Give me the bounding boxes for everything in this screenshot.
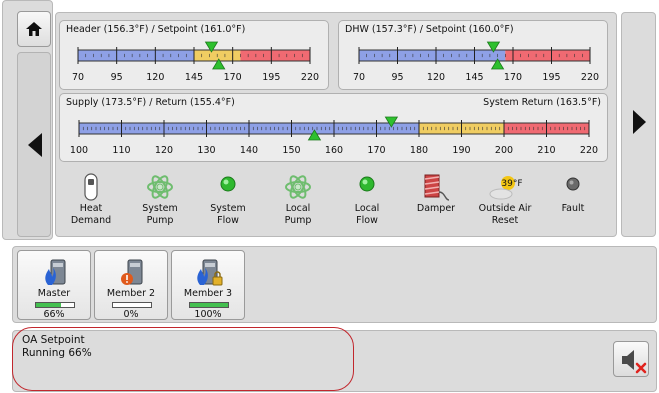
heat-demand-switch-icon [84,173,98,201]
header-gauge-scale: 70 95 120 145 170 195 220 [72,41,319,83]
boiler-firing-rate-bar [35,302,75,308]
home-button[interactable] [17,11,51,47]
led [220,176,236,192]
status-line-1: OA Setpoint [22,334,85,346]
tick-label: 140 [240,145,258,156]
led-highlight [362,179,368,185]
previous-page-button[interactable] [17,52,51,237]
header-gauge: Header (156.3°F) / Setpoint (161.0°F) 70… [59,20,329,90]
led-highlight [569,180,574,185]
indicator-label: System Flow [210,203,246,226]
boiler-flame-icon [45,259,66,285]
supply-return-gauge: Supply (173.5°F) / Return (155.4°F) Syst… [59,93,608,162]
tick-label: 120 [146,72,164,83]
tick-label: 120 [427,72,445,83]
firing-rate-fill [190,303,228,307]
switch-body [84,173,98,201]
led [359,176,375,192]
damper-icon [424,174,450,201]
tick-label: 195 [542,72,560,83]
home-icon [26,22,42,36]
outside-air-temp: 39°F [501,179,522,189]
tick-label: 100 [70,145,88,156]
indicator-label: Local Pump [284,203,312,226]
pump-icon [147,175,173,199]
next-page-button[interactable] [621,12,656,237]
boiler-name: Master [37,288,71,299]
pump-hub [156,183,164,191]
boiler-list: Master 66% Member 2 0% Member 3 100% [12,246,657,323]
boiler-firing-rate-bar [189,302,229,308]
tick-label: 145 [185,72,203,83]
boiler-name: Member 3 [183,288,233,299]
tick-label: 220 [580,145,598,156]
tick-label: 70 [353,72,365,83]
indicator-label: Local Flow [354,203,380,226]
indicator-label: Fault [561,203,585,214]
tick-label: 160 [325,145,343,156]
tick-label: 180 [410,145,428,156]
fault-led-icon [566,177,580,191]
arrow-left-icon [28,133,42,157]
speaker-muted-icon [622,350,647,374]
tick-label: 150 [282,145,300,156]
indicator-label: System Pump [142,203,178,226]
boiler-name: Member 2 [106,288,156,299]
indicator-label: Heat Demand [70,203,112,226]
indicator-label: Outside Air Reset [478,203,532,226]
pump-hub [294,183,302,191]
status-message: OA Setpoint Running 66% [22,334,92,360]
gauge-band [240,50,310,61]
boiler-percent: 100% [194,309,222,320]
led-highlight [223,179,229,185]
tick-label: 210 [537,145,555,156]
tick-label: 170 [224,72,242,83]
supply-return-scale: 100 110 120 130 140 150 160 170 180 190 200 210 220 [70,116,598,156]
led [566,177,580,191]
tick-label: 110 [112,145,130,156]
flow-led-icon [359,176,375,192]
gauge-band [78,50,194,61]
tick-label: 190 [452,145,470,156]
arrow-right-icon [633,110,646,134]
tick-label: 170 [504,72,522,83]
dhw-gauge-scale: 70 95 120 145 170 195 220 [353,41,599,83]
outside-air-icon: 39°F [489,176,522,200]
tick-label: 195 [262,72,280,83]
tick-label: 170 [367,145,385,156]
tick-label: 220 [301,72,319,83]
flow-led-icon [220,176,236,192]
firing-rate-fill [36,303,62,307]
tick-label: 130 [197,145,215,156]
indicator-label: Damper [416,203,456,214]
damper-linkage [438,191,450,201]
tick-label: 145 [465,72,483,83]
gauge-band [359,50,506,61]
boiler-percent: 66% [43,309,65,320]
boiler-tile-member-3[interactable]: Member 3 100% [171,250,245,320]
tick-label: 200 [495,145,513,156]
boiler-tile-member-2[interactable]: Member 2 0% [94,250,168,320]
tick-label: 70 [72,72,84,83]
boiler-firing-rate-bar [112,302,152,308]
cloud [489,188,513,200]
boiler-tile-master[interactable]: Master 66% [17,250,91,320]
boiler-percent: 0% [123,309,139,320]
switch-lever [88,179,94,185]
tick-label: 95 [111,72,123,83]
status-line-2: Running 66% [22,347,92,359]
dhw-gauge: DHW (157.3°F) / Setpoint (160.0°F) 70 95 1… [338,20,608,90]
pump-icon [285,175,311,199]
tick-label: 95 [391,72,403,83]
boiler-controller-screen: Header (156.3°F) / Setpoint (161.0°F) 70… [0,0,659,393]
boiler-warning-icon [121,259,143,285]
tick-label: 220 [581,72,599,83]
tick-label: 120 [155,145,173,156]
gauge-band [505,50,590,61]
boiler-locked-flame-icon [197,259,223,286]
mute-alarm-button[interactable] [613,341,649,377]
